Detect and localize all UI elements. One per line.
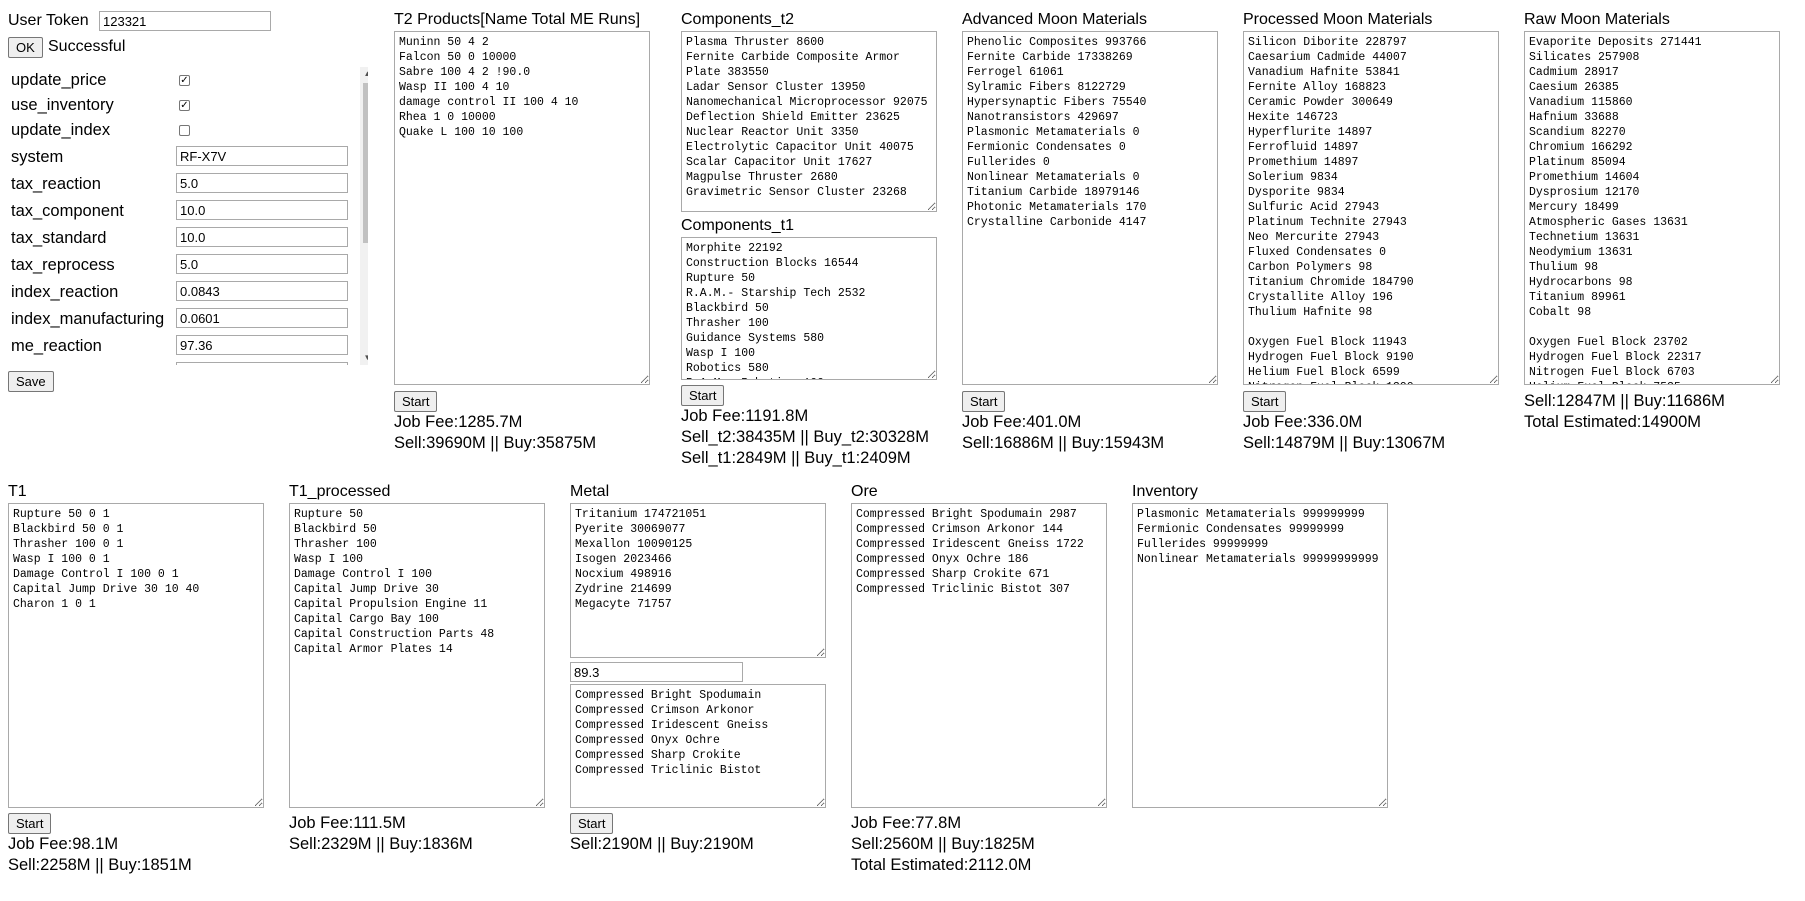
processed-moon-textarea[interactable]: Silicon Diborite 228797 Caesarium Cadmid…: [1243, 31, 1499, 385]
ore-title: Ore: [851, 483, 878, 500]
processed-moon-title: Processed Moon Materials: [1243, 11, 1433, 28]
raw-moon-textarea[interactable]: Evaporite Deposits 271441 Silicates 2579…: [1524, 31, 1780, 385]
t2-products-start-button[interactable]: Start: [394, 391, 438, 412]
index-reaction-input[interactable]: [176, 281, 348, 301]
ore-sell-buy: Sell:2560M || Buy:1825M: [851, 835, 1035, 853]
t2-sell-buy: Sell:39690M || Buy:35875M: [394, 434, 597, 452]
save-button[interactable]: Save: [8, 371, 54, 392]
me-reaction-input[interactable]: [176, 335, 348, 355]
components-sell-buy-t1: Sell_t1:2849M || Buy_t1:2409M: [681, 449, 911, 467]
tax-reaction-input[interactable]: [176, 173, 348, 193]
next-setting-input[interactable]: [176, 362, 348, 365]
setting-label: system: [11, 148, 64, 166]
user-token-input[interactable]: [99, 11, 271, 31]
setting-label: me_reaction: [11, 337, 102, 355]
settings-scrollbar[interactable]: ▲ ▼: [360, 67, 368, 365]
metal-ore-textarea[interactable]: Compressed Bright Spodumain Compressed C…: [570, 684, 826, 808]
t1-textarea[interactable]: Rupture 50 0 1 Blackbird 50 0 1 Thrasher…: [8, 503, 264, 808]
metal-title: Metal: [570, 483, 610, 500]
advanced-moon-textarea[interactable]: Phenolic Composites 993766 Fernite Carbi…: [962, 31, 1218, 385]
update-price-checkbox[interactable]: ✓: [179, 75, 190, 86]
t1-sell-buy: Sell:2258M || Buy:1851M: [8, 856, 192, 874]
settings-panel[interactable]: update_price ✓ use_inventory ✓ update_in…: [8, 67, 368, 365]
setting-label: update_index: [11, 121, 111, 139]
setting-tax-reaction: tax_reaction: [11, 171, 351, 198]
advanced-moon-start-button[interactable]: Start: [962, 391, 1006, 412]
t1-job-fee: Job Fee:98.1M: [8, 835, 119, 853]
setting-tax-component: tax_component: [11, 198, 351, 225]
setting-index-reaction: index_reaction: [11, 279, 351, 306]
use-inventory-checkbox[interactable]: ✓: [179, 100, 190, 111]
setting-system: system: [11, 144, 351, 171]
inventory-textarea[interactable]: Plasmonic Metamaterials 999999999 Fermio…: [1132, 503, 1388, 808]
setting-label: tax_standard: [11, 229, 107, 247]
setting-tax-reprocess: tax_reprocess: [11, 252, 351, 279]
setting-use-inventory: use_inventory ✓: [11, 92, 351, 119]
update-index-checkbox[interactable]: [179, 125, 190, 136]
components-t1-title: Components_t1: [681, 217, 794, 234]
tax-reprocess-input[interactable]: [176, 254, 348, 274]
setting-next: [11, 360, 351, 365]
scroll-thumb[interactable]: [363, 83, 368, 243]
advanced-moon-job-fee: Job Fee:401.0M: [962, 413, 1082, 431]
setting-index-manufacturing: index_manufacturing: [11, 306, 351, 333]
setting-me-reaction: me_reaction: [11, 333, 351, 360]
ok-button[interactable]: OK: [8, 37, 43, 58]
t2-job-fee: Job Fee:1285.7M: [394, 413, 523, 431]
components-t2-textarea[interactable]: Plasma Thruster 8600 Fernite Carbide Com…: [681, 31, 937, 212]
t2-products-title: T2 Products[Name Total ME Runs]: [394, 11, 641, 28]
setting-tax-standard: tax_standard: [11, 225, 351, 252]
t1-processed-title: T1_processed: [289, 483, 391, 500]
t1-processed-job-fee: Job Fee:111.5M: [289, 814, 406, 832]
setting-label: tax_reaction: [11, 175, 101, 193]
tax-component-input[interactable]: [176, 200, 348, 220]
ore-total: Total Estimated:2112.0M: [851, 856, 1032, 874]
setting-label: tax_reprocess: [11, 256, 115, 274]
token-status-text: Successful: [48, 38, 126, 55]
setting-label: index_reaction: [11, 283, 119, 301]
t1-start-button[interactable]: Start: [8, 813, 52, 834]
ore-job-fee: Job Fee:77.8M: [851, 814, 962, 832]
processed-moon-sell-buy: Sell:14879M || Buy:13067M: [1243, 434, 1446, 452]
advanced-moon-title: Advanced Moon Materials: [962, 11, 1147, 28]
t1-processed-textarea[interactable]: Rupture 50 Blackbird 50 Thrasher 100 Was…: [289, 503, 545, 808]
t1-title: T1: [8, 483, 27, 500]
processed-moon-start-button[interactable]: Start: [1243, 391, 1287, 412]
metal-rate-input[interactable]: [570, 662, 743, 682]
t2-products-textarea[interactable]: Muninn 50 4 2 Falcon 50 0 10000 Sabre 10…: [394, 31, 650, 385]
metal-start-button[interactable]: Start: [570, 813, 614, 834]
components-start-button[interactable]: Start: [681, 385, 725, 406]
setting-label: update_price: [11, 71, 107, 89]
t1-processed-sell-buy: Sell:2329M || Buy:1836M: [289, 835, 473, 853]
user-token-label: User Token: [8, 12, 89, 29]
raw-moon-total: Total Estimated:14900M: [1524, 413, 1702, 431]
tax-standard-input[interactable]: [176, 227, 348, 247]
system-input[interactable]: [176, 146, 348, 166]
inventory-title: Inventory: [1132, 483, 1198, 500]
setting-update-price: update_price ✓: [11, 67, 351, 94]
raw-moon-title: Raw Moon Materials: [1524, 11, 1670, 28]
setting-update-index: update_index: [11, 117, 351, 144]
scroll-up-icon[interactable]: ▲: [360, 67, 368, 81]
setting-label: use_inventory: [11, 96, 114, 114]
setting-label: index_manufacturing: [11, 310, 165, 328]
components-t1-textarea[interactable]: Morphite 22192 Construction Blocks 16544…: [681, 237, 937, 380]
advanced-moon-sell-buy: Sell:16886M || Buy:15943M: [962, 434, 1165, 452]
setting-label: tax_component: [11, 202, 124, 220]
components-t2-title: Components_t2: [681, 11, 794, 28]
raw-moon-sell-buy: Sell:12847M || Buy:11686M: [1524, 392, 1725, 410]
components-sell-buy-t2: Sell_t2:38435M || Buy_t2:30328M: [681, 428, 929, 446]
components-job-fee: Job Fee:1191.8M: [681, 407, 809, 425]
index-manufacturing-input[interactable]: [176, 308, 348, 328]
metal-textarea[interactable]: Tritanium 174721051 Pyerite 30069077 Mex…: [570, 503, 826, 658]
scroll-down-icon[interactable]: ▼: [360, 351, 368, 365]
processed-moon-job-fee: Job Fee:336.0M: [1243, 413, 1363, 431]
ore-textarea[interactable]: Compressed Bright Spodumain 2987 Compres…: [851, 503, 1107, 808]
metal-sell-buy: Sell:2190M || Buy:2190M: [570, 835, 754, 853]
